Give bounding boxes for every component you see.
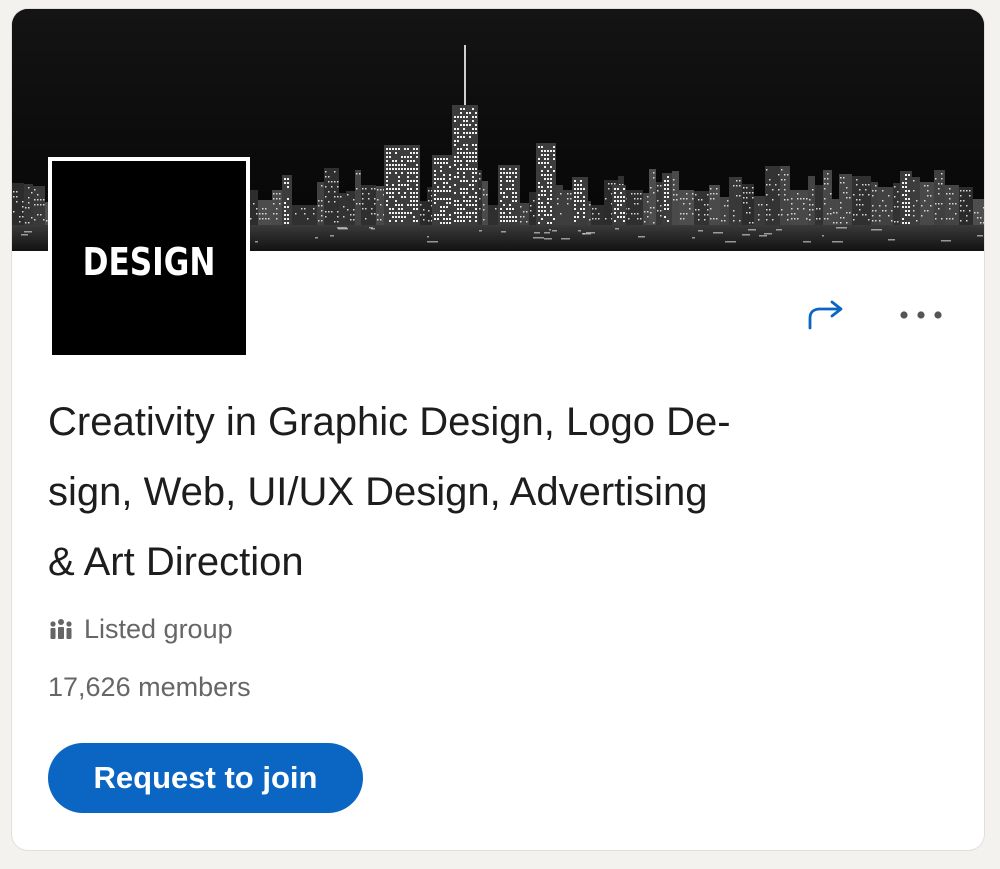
more-options-button[interactable] [894,299,948,331]
member-count: 17,626 members [48,672,251,702]
group-title-line: Creativity in Graphic Design, Logo De- [48,400,731,444]
share-icon [808,300,843,330]
logo-text: DESIGN [82,240,216,284]
more-options-icon [900,311,942,319]
group-logo[interactable]: DESIGN [48,157,250,359]
request-to-join-button[interactable]: Request to join [48,743,363,813]
group-title-line: & Art Direction [48,540,304,584]
visibility-label: Listed group [84,613,233,644]
group-title[interactable]: Creativity in Graphic Design, Logo De- s… [48,387,948,597]
group-card: DESIGN Creativity in Graphic Design, Log… [12,9,984,850]
group-visibility: Listed group [48,611,233,647]
group-icon [48,618,74,640]
share-button[interactable] [804,297,848,333]
group-title-line: sign, Web, UI/UX Design, Advertising [48,470,708,514]
